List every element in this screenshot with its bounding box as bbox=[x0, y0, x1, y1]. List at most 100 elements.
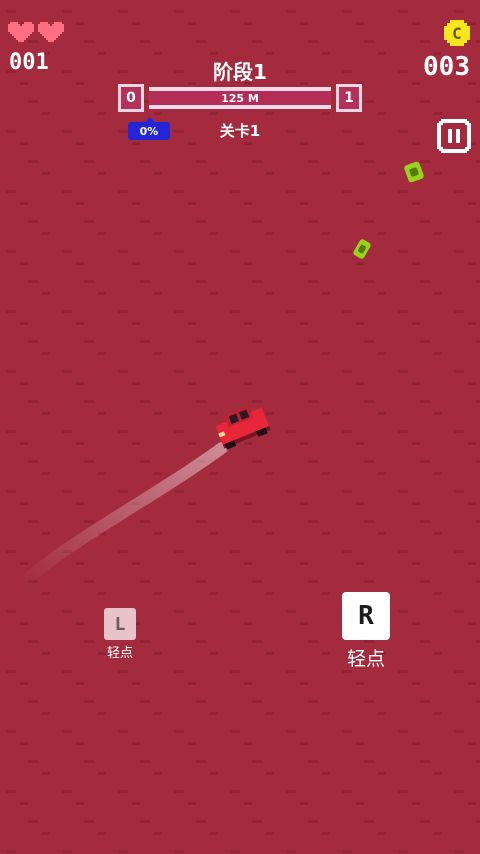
ground-mark bbox=[308, 400, 318, 403]
ground-mark bbox=[196, 520, 206, 523]
ground-mark bbox=[28, 580, 38, 583]
ground-mark bbox=[434, 652, 442, 655]
ground-mark bbox=[378, 352, 386, 355]
ground-mark bbox=[154, 52, 162, 55]
ground-mark bbox=[6, 130, 16, 133]
ground-mark bbox=[434, 772, 442, 775]
ground-mark bbox=[420, 100, 430, 103]
ground-mark bbox=[454, 310, 464, 313]
ground-mark bbox=[188, 502, 196, 505]
ground-mark bbox=[174, 370, 184, 373]
ground-mark bbox=[308, 280, 318, 283]
ground-mark bbox=[398, 250, 408, 253]
ground-mark bbox=[76, 622, 84, 625]
ground-mark bbox=[230, 670, 240, 673]
ground-mark bbox=[412, 202, 420, 205]
ground-mark bbox=[140, 760, 150, 763]
ground-mark bbox=[132, 22, 140, 25]
ground-mark bbox=[476, 520, 480, 523]
ground-mark bbox=[308, 700, 318, 703]
ground-mark bbox=[468, 802, 476, 805]
ground-mark bbox=[364, 160, 374, 163]
ground-mark bbox=[28, 760, 38, 763]
ground-mark bbox=[98, 352, 106, 355]
ground-mark bbox=[188, 802, 196, 805]
pause-icon[interactable] bbox=[437, 119, 471, 153]
ground-mark bbox=[252, 160, 262, 163]
ground-mark bbox=[84, 760, 94, 763]
ground-mark bbox=[210, 532, 218, 535]
ground-mark bbox=[84, 520, 94, 523]
ground-mark bbox=[454, 370, 464, 373]
distance-label: 125 M bbox=[221, 91, 259, 105]
heart-icon bbox=[8, 22, 34, 42]
ground-mark bbox=[476, 340, 480, 343]
ground-mark bbox=[140, 400, 150, 403]
tap-right-button[interactable]: R bbox=[342, 592, 390, 640]
ground-mark bbox=[412, 742, 420, 745]
ground-mark bbox=[244, 502, 252, 505]
ground-mark bbox=[118, 190, 128, 193]
ground-mark bbox=[308, 340, 318, 343]
ground-mark bbox=[266, 532, 274, 535]
ground-mark bbox=[230, 790, 240, 793]
ground-mark bbox=[20, 622, 28, 625]
ground-mark bbox=[420, 280, 430, 283]
ground-mark bbox=[20, 382, 28, 385]
ground-mark bbox=[308, 520, 318, 523]
ground-mark bbox=[154, 832, 162, 835]
ground-mark bbox=[356, 562, 364, 565]
ground-mark bbox=[454, 550, 464, 553]
ground-mark bbox=[322, 772, 330, 775]
ground-mark bbox=[476, 700, 480, 703]
ground-mark bbox=[420, 580, 430, 583]
ground-mark bbox=[6, 430, 16, 433]
ground-mark bbox=[20, 562, 28, 565]
ground-mark bbox=[434, 532, 442, 535]
ground-mark bbox=[434, 412, 442, 415]
ground-mark bbox=[322, 232, 330, 235]
ground-mark bbox=[62, 670, 72, 673]
gem-icon[interactable] bbox=[403, 160, 425, 184]
ground-mark bbox=[286, 190, 296, 193]
ground-mark bbox=[420, 640, 430, 643]
ground-mark bbox=[244, 142, 252, 145]
ground-mark bbox=[118, 250, 128, 253]
ground-mark bbox=[42, 592, 50, 595]
ground-mark bbox=[244, 382, 252, 385]
ground-mark bbox=[230, 310, 240, 313]
ground-mark bbox=[98, 412, 106, 415]
ground-mark bbox=[420, 40, 430, 43]
ground-mark bbox=[6, 370, 16, 373]
ground-mark bbox=[196, 640, 206, 643]
ground-mark bbox=[356, 22, 364, 25]
ground-mark bbox=[20, 142, 28, 145]
ground-mark bbox=[342, 370, 352, 373]
ground-mark bbox=[174, 430, 184, 433]
ground-mark bbox=[286, 550, 296, 553]
ground-mark bbox=[154, 472, 162, 475]
coin-icon: C bbox=[444, 20, 470, 46]
ground-mark bbox=[118, 10, 128, 13]
ground-mark bbox=[6, 670, 16, 673]
ground-mark bbox=[98, 592, 106, 595]
gem-icon[interactable] bbox=[352, 238, 372, 260]
ground-mark bbox=[412, 142, 420, 145]
ground-mark bbox=[118, 550, 128, 553]
tap-left-button[interactable]: L bbox=[104, 608, 136, 640]
ground-mark bbox=[132, 502, 140, 505]
tap-left-label: 轻点 bbox=[106, 646, 133, 661]
stage-progress: 0 125 M 1 bbox=[118, 84, 362, 114]
ground-mark bbox=[434, 832, 442, 835]
ground-mark bbox=[76, 322, 84, 325]
ground-mark bbox=[252, 760, 262, 763]
ground-mark bbox=[42, 772, 50, 775]
ground-mark bbox=[398, 850, 408, 853]
ground-mark bbox=[252, 460, 262, 463]
ground-mark bbox=[188, 562, 196, 565]
ground-mark bbox=[300, 802, 308, 805]
ground-mark bbox=[196, 160, 206, 163]
ground-mark bbox=[434, 712, 442, 715]
ground-mark bbox=[118, 430, 128, 433]
ground-mark bbox=[378, 172, 386, 175]
